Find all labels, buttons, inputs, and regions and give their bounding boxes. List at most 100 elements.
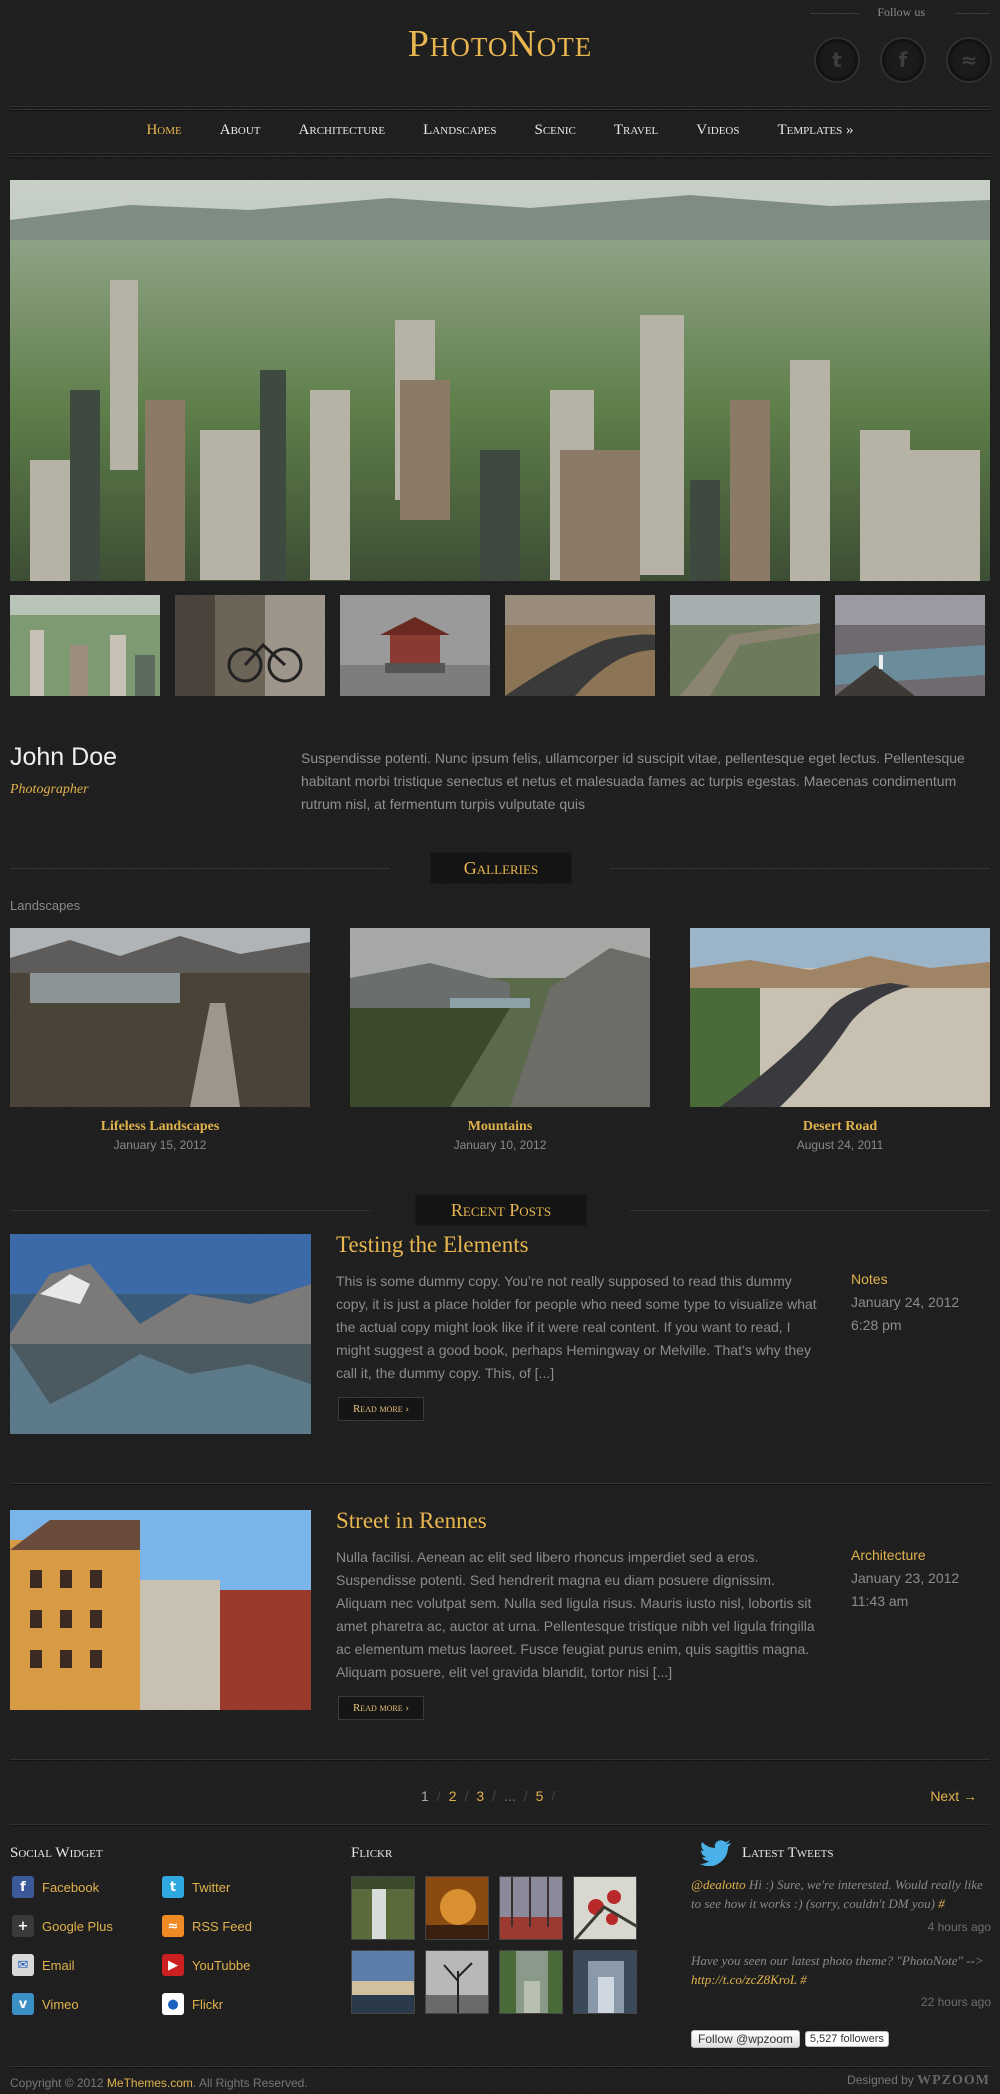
gallery-image[interactable] (10, 928, 310, 1107)
recent-posts-heading: Recent Posts (415, 1194, 587, 1226)
flickr-photo[interactable] (499, 1876, 563, 1940)
gallery-image[interactable] (350, 928, 650, 1107)
twitter-follow-widget: Follow @wpzoom 5,527 followers (691, 2030, 889, 2048)
youtube-icon: ▶ (162, 1954, 184, 1976)
social-link-youtubbe[interactable]: ▶ YouTubbe (162, 1954, 250, 1976)
slider-thumbnail[interactable] (10, 595, 160, 696)
divider (610, 868, 990, 869)
flickr-photo[interactable] (499, 1950, 563, 2014)
nav-item-home[interactable]: Home (127, 122, 200, 139)
rss-icon: ≈ (162, 1915, 184, 1937)
social-link-google-plus[interactable]: + Google Plus (12, 1915, 113, 1937)
nav-item-architecture[interactable]: Architecture (280, 122, 405, 139)
copyright-link[interactable]: MeThemes.com (107, 2076, 193, 2090)
post-category[interactable]: Architecture (851, 1544, 991, 1567)
flickr-photo[interactable] (351, 1950, 415, 2014)
page-separator: / (551, 1788, 556, 1804)
galleries-heading: Galleries (430, 852, 572, 884)
flickr-photo[interactable] (351, 1876, 415, 1940)
nav-item-travel[interactable]: Travel (595, 122, 677, 139)
divider (10, 2066, 990, 2067)
slider-thumbnail[interactable] (175, 595, 325, 696)
tweet-text: Have you seen our latest photo theme? "P… (691, 1953, 984, 1968)
post-date: January 24, 2012 (851, 1294, 960, 1310)
nav-item-scenic[interactable]: Scenic (516, 122, 595, 139)
gallery-date: January 10, 2012 (453, 1138, 547, 1152)
gallery-item: Lifeless Landscapes January 15, 2012 (10, 928, 310, 1152)
page-separator: / (436, 1788, 441, 1804)
tweet-time: 4 hours ago (927, 1920, 991, 1934)
gallery-title[interactable]: Desert Road (690, 1119, 990, 1135)
bio-text: Suspendisse potenti. Nunc ipsum felis, u… (301, 750, 965, 812)
divider (10, 156, 990, 157)
flickr-photo[interactable] (425, 1950, 489, 2014)
nav-item-templates[interactable]: Templates » (759, 122, 873, 139)
slider-thumbnail[interactable] (835, 595, 985, 696)
social-link-twitter[interactable]: t Twitter (162, 1876, 230, 1898)
divider (10, 1824, 990, 1825)
nav-item-videos[interactable]: Videos (677, 122, 758, 139)
social-widget-title: Social Widget (10, 1845, 103, 1861)
twitter-icon[interactable]: t (814, 37, 860, 83)
post-title[interactable]: Testing the Elements (336, 1232, 529, 1258)
social-link-rss-feed[interactable]: ≈ RSS Feed (162, 1915, 252, 1937)
slider-thumbnail[interactable] (670, 595, 820, 696)
twitter-icon: t (162, 1876, 184, 1898)
divider (810, 13, 860, 14)
rss-icon[interactable]: ≈ (946, 37, 992, 83)
read-more-button[interactable]: Read more › (338, 1696, 424, 1720)
post-image[interactable] (10, 1234, 311, 1434)
divider (10, 1210, 370, 1211)
facebook-icon[interactable]: f (880, 37, 926, 83)
flickr-photo[interactable] (425, 1876, 489, 1940)
social-link-facebook[interactable]: f Facebook (12, 1876, 99, 1898)
social-link-vimeo[interactable]: v Vimeo (12, 1993, 79, 2015)
hero-slide-image[interactable] (10, 180, 990, 581)
social-link-label: Email (42, 1957, 75, 1973)
read-more-button[interactable]: Read more › (338, 1397, 424, 1421)
header-social: t f ≈ (814, 37, 992, 83)
slider-thumbnail[interactable] (505, 595, 655, 696)
email-icon: ✉ (12, 1954, 34, 1976)
page-link-current: 1 (421, 1788, 429, 1804)
latest-tweets-title: Latest Tweets (742, 1845, 834, 1861)
page-ellipsis: ... (504, 1788, 516, 1804)
flickr-grid (351, 1876, 637, 2014)
gallery-date: January 15, 2012 (113, 1138, 207, 1152)
page-link[interactable]: 3 (476, 1788, 484, 1804)
page-link[interactable]: 5 (536, 1788, 544, 1804)
pagination: 1 / 2 / 3 / ... / 5 / (421, 1788, 555, 1804)
tweet-link[interactable]: http://t.co/zcZ8KroL # (691, 1972, 807, 1987)
twitter-bird-icon (700, 1840, 732, 1866)
tweet: Have you seen our latest photo theme? "P… (691, 1951, 991, 1989)
tweet-handle[interactable]: @dealotto (691, 1877, 746, 1892)
designer-logo[interactable]: WPZOOM (917, 2073, 990, 2088)
social-link-email[interactable]: ✉ Email (12, 1954, 75, 1976)
post-time: 11:43 am (851, 1593, 909, 1609)
post-date: January 23, 2012 (851, 1570, 960, 1586)
tweet-link[interactable]: # (938, 1896, 945, 1911)
vimeo-icon: v (12, 1993, 34, 2015)
follow-label: Follow us (877, 5, 925, 19)
page-link[interactable]: 2 (449, 1788, 457, 1804)
nav-item-landscapes[interactable]: Landscapes (404, 122, 515, 139)
nav-item-about[interactable]: About (201, 122, 280, 139)
gallery-image[interactable] (690, 928, 990, 1107)
social-link-label: Vimeo (42, 1996, 79, 2012)
gallery-title[interactable]: Mountains (350, 1119, 650, 1135)
flickr-photo[interactable] (573, 1876, 637, 1940)
slider-thumbnail[interactable] (340, 595, 490, 696)
post-title[interactable]: Street in Rennes (336, 1508, 487, 1534)
follow-button[interactable]: Follow @wpzoom (691, 2030, 800, 2048)
post-image[interactable] (10, 1510, 311, 1710)
divider (10, 1759, 990, 1760)
next-page-link[interactable]: Next → (930, 1788, 977, 1804)
flickr-widget-title: Flickr (351, 1845, 393, 1861)
post-category[interactable]: Notes (851, 1268, 991, 1291)
gallery-title[interactable]: Lifeless Landscapes (10, 1119, 310, 1135)
divider (10, 153, 990, 154)
flickr-photo[interactable] (573, 1950, 637, 2014)
page-separator: / (523, 1788, 528, 1804)
main-nav: Home About Architecture Landscapes Sceni… (0, 106, 1000, 154)
social-link-flickr[interactable]: ● Flickr (162, 1993, 223, 2015)
